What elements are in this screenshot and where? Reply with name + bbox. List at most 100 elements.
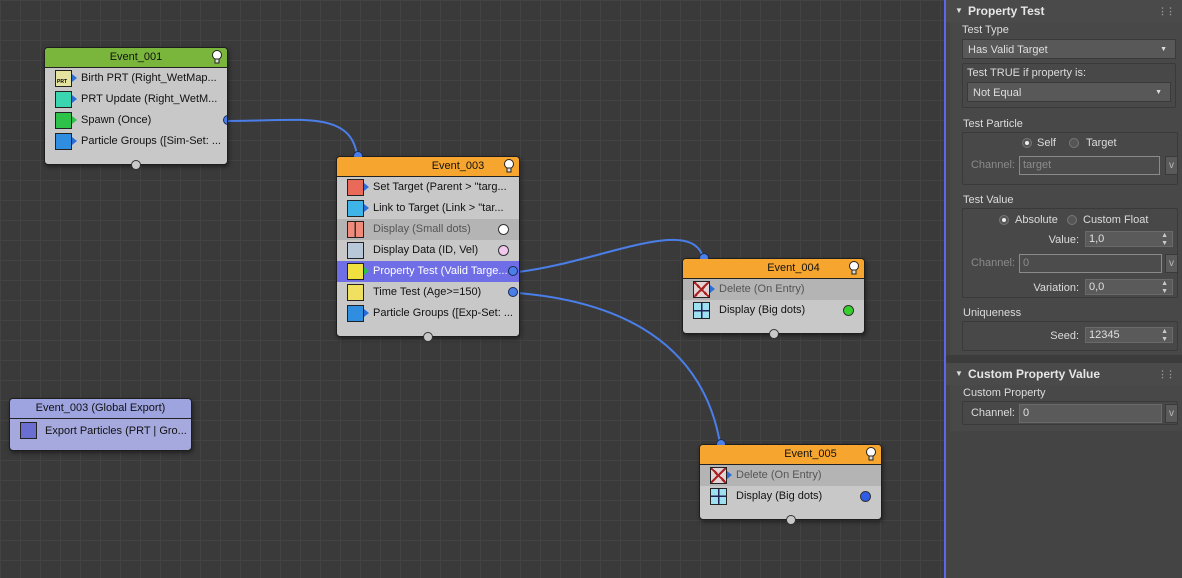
variation-spinner[interactable]: 0,0 ▲ ▼ — [1085, 279, 1173, 295]
operator-arrow-icon — [364, 183, 369, 191]
display-data-icon — [347, 242, 364, 259]
drag-handle-icon[interactable]: ⋮⋮ — [1158, 0, 1175, 22]
custom-channel-input[interactable]: 0 — [1019, 404, 1162, 423]
collapse-arrow-icon[interactable]: ▼ — [955, 363, 963, 385]
channel-v-button[interactable]: v — [1165, 254, 1178, 273]
bottom-connector-port[interactable] — [131, 160, 141, 170]
particle-groups-icon — [347, 305, 364, 322]
wire-event003-to-event004 — [517, 238, 704, 273]
link-icon — [347, 200, 364, 217]
channel-v-button[interactable]: v — [1165, 156, 1178, 175]
delete-icon — [710, 467, 727, 484]
event-node-header[interactable]: Event_001 — [45, 48, 227, 68]
event-node-005[interactable]: Event_005 Delete (On Entry) Display (Big… — [699, 439, 882, 525]
operator-arrow-icon — [364, 309, 369, 317]
global-export-node[interactable]: Event_003 (Global Export) Export Particl… — [9, 398, 192, 451]
dropdown-value: Has Valid Target — [968, 44, 1048, 56]
operator-row-disabled[interactable]: Display (Small dots) — [337, 219, 519, 240]
property-test-rollout: Test Type Has Valid Target ▼ Test TRUE i… — [950, 22, 1182, 355]
output-port[interactable] — [508, 287, 518, 297]
operator-label: Display (Big dots) — [719, 304, 806, 316]
absolute-radio[interactable] — [999, 215, 1009, 225]
operator-row[interactable]: Spawn (Once) — [45, 110, 227, 131]
event-node-header[interactable]: Event_003 — [337, 157, 519, 177]
event-node-header[interactable]: Event_004 — [683, 259, 864, 279]
event-node-title: Event_005 — [784, 448, 837, 460]
test-value-group: Absolute Custom Float Value: 1,0 ▲ ▼ Chan… — [962, 208, 1178, 298]
operator-row[interactable]: Time Test (Age>=150) — [337, 282, 519, 303]
target-radio[interactable] — [1069, 138, 1079, 148]
operator-label: Particle Groups ([Sim-Set: ... — [81, 135, 221, 147]
value-label: Value: — [1048, 234, 1079, 246]
operator-row[interactable]: Set Target (Parent > "targ... — [337, 177, 519, 198]
spinner-arrows-icon[interactable]: ▲ ▼ — [1161, 280, 1168, 296]
lightbulb-icon[interactable] — [211, 50, 223, 65]
collapse-arrow-icon[interactable]: ▼ — [955, 0, 963, 22]
color-swatch[interactable] — [498, 224, 509, 235]
operator-arrow-icon — [72, 95, 77, 103]
test-type-dropdown[interactable]: Has Valid Target ▼ — [962, 39, 1176, 59]
channel-input[interactable]: 0 — [1019, 254, 1162, 273]
target-radio-label: Target — [1086, 137, 1117, 149]
bottom-connector-port[interactable] — [768, 329, 779, 339]
operator-row[interactable]: Link to Target (Link > "tar... — [337, 198, 519, 219]
operator-row[interactable]: Particle Groups ([Exp-Set: ... — [337, 303, 519, 324]
event-node-004[interactable]: Event_004 Delete (On Entry) Display (Big… — [682, 253, 865, 339]
custom-property-rollout-header[interactable]: ▼ Custom Property Value ⋮⋮ — [946, 363, 1182, 385]
custom-property-rollout: Custom Property Channel: 0 v — [950, 385, 1182, 431]
event-node-header[interactable]: Event_005 — [700, 445, 881, 465]
custom-property-group: Channel: 0 v — [962, 401, 1178, 425]
event-node-003[interactable]: Event_003 Set Target (Parent > "targ... … — [336, 151, 520, 342]
operator-row[interactable]: Export Particles (PRT | Gro... — [10, 419, 191, 443]
lightbulb-icon[interactable] — [503, 159, 515, 174]
spinner-arrows-icon[interactable]: ▲ ▼ — [1161, 232, 1168, 248]
seed-spinner[interactable]: 12345 ▲ ▼ — [1085, 327, 1173, 343]
operator-row[interactable]: Display (Big dots) — [700, 486, 881, 507]
particle-groups-icon — [55, 133, 72, 150]
spinner-arrows-icon[interactable]: ▲ ▼ — [1161, 328, 1168, 344]
operator-row-selected[interactable]: Property Test (Valid Targe... — [337, 261, 519, 282]
value-spinner[interactable]: 1,0 ▲ ▼ — [1085, 231, 1173, 247]
event-node-001[interactable]: Event_001 Birth PRT (Right_WetMap... PRT… — [44, 47, 228, 170]
custom-float-radio-label: Custom Float — [1083, 214, 1149, 226]
lightbulb-icon[interactable] — [865, 447, 877, 462]
self-radio[interactable] — [1022, 138, 1032, 148]
operator-label: Set Target (Parent > "targ... — [373, 181, 507, 193]
operator-label: Export Particles (PRT | Gro... — [45, 425, 187, 437]
event-node-header[interactable]: Event_003 (Global Export) — [10, 399, 191, 419]
color-swatch[interactable] — [860, 491, 871, 502]
operator-row[interactable]: PRT Update (Right_WetM... — [45, 89, 227, 110]
operator-label: Delete (On Entry) — [736, 469, 822, 481]
property-test-rollout-header[interactable]: ▼ Property Test ⋮⋮ — [946, 0, 1182, 22]
operator-label: Link to Target (Link > "tar... — [373, 202, 504, 214]
output-port[interactable] — [508, 266, 518, 276]
output-port[interactable] — [223, 115, 227, 125]
custom-float-radio[interactable] — [1067, 215, 1077, 225]
operator-row[interactable]: Display Data (ID, Vel) — [337, 240, 519, 261]
color-swatch[interactable] — [843, 305, 854, 316]
operator-row[interactable]: Particle Groups ([Sim-Set: ... — [45, 131, 227, 152]
channel-v-button[interactable]: v — [1165, 404, 1178, 423]
bottom-connector-port[interactable] — [785, 515, 796, 525]
prt-update-icon — [55, 91, 72, 108]
channel-input[interactable]: target — [1019, 156, 1160, 175]
lightbulb-icon[interactable] — [848, 261, 860, 276]
operator-row-disabled[interactable]: Delete (On Entry) — [683, 279, 864, 300]
operator-row-disabled[interactable]: Delete (On Entry) — [700, 465, 881, 486]
target-icon — [347, 179, 364, 196]
operator-row[interactable]: Display (Big dots) — [683, 300, 864, 321]
channel-label: Channel: — [970, 257, 1015, 269]
operator-label: Birth PRT (Right_WetMap... — [81, 72, 217, 84]
variation-label: Variation: — [1033, 282, 1079, 294]
operator-arrow-icon — [72, 137, 77, 145]
test-true-dropdown[interactable]: Not Equal ▼ — [967, 82, 1171, 102]
event-node-title: Event_004 — [767, 262, 820, 274]
operator-row[interactable]: Birth PRT (Right_WetMap... — [45, 68, 227, 89]
chevron-down-icon: ▼ — [1155, 89, 1162, 96]
node-graph-canvas[interactable]: Event_001 Birth PRT (Right_WetMap... PRT… — [0, 0, 944, 578]
drag-handle-icon[interactable]: ⋮⋮ — [1158, 363, 1175, 385]
spawn-icon — [55, 112, 72, 129]
color-swatch[interactable] — [498, 245, 509, 256]
bottom-connector-port[interactable] — [423, 332, 433, 342]
operator-arrow-icon — [364, 204, 369, 212]
